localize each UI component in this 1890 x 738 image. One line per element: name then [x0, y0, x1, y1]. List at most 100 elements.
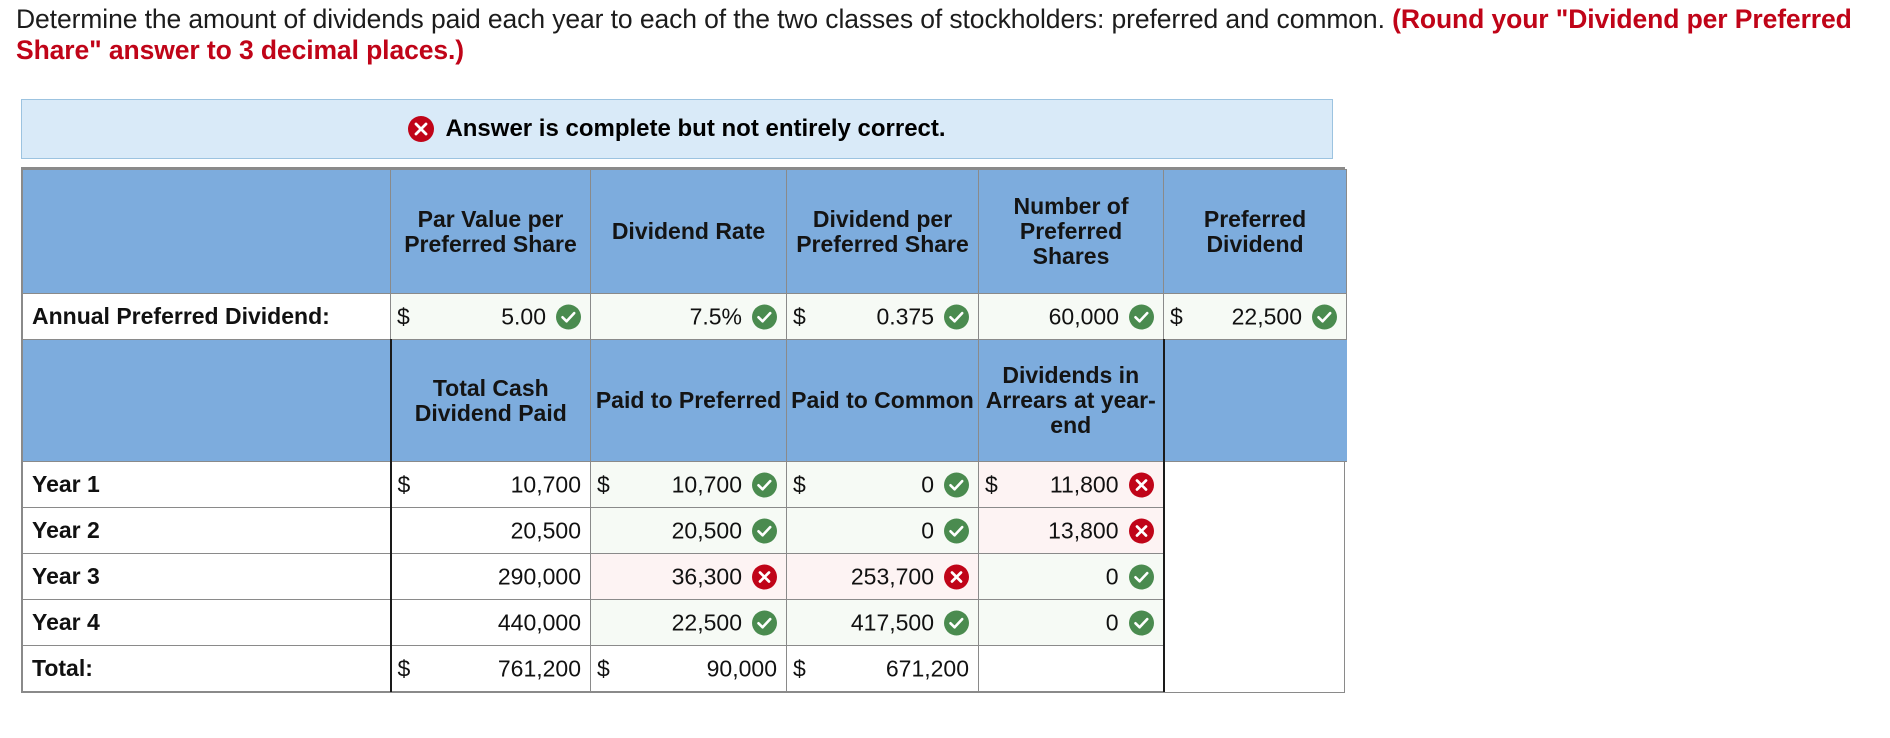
currency-symbol: $ [985, 471, 998, 497]
correct-check-icon [752, 518, 777, 543]
correct-check-icon [752, 472, 777, 497]
cell-total-cash-dividend-paid-y4[interactable]: 440,000 [389, 599, 591, 646]
dividends-table: Par Value per Preferred Share Dividend R… [22, 169, 1347, 692]
cell-value: 290,000 [497, 563, 581, 589]
cell-number-of-preferred-shares[interactable]: 60,000 [978, 293, 1164, 340]
correct-check-icon [944, 610, 969, 635]
cell-value: 0 [1105, 563, 1119, 589]
dividends-table-wrapper: Par Value per Preferred Share Dividend R… [21, 167, 1347, 693]
cell-par-value-per-preferred-share[interactable]: $ 5.00 [390, 293, 591, 340]
cell-value: 20,500 [671, 517, 742, 543]
cell-empty-y4 [1163, 599, 1347, 646]
cell-value: 90,000 [706, 655, 777, 681]
cell-paid-to-preferred-y1[interactable]: $ 10,700 [590, 461, 787, 508]
cell-value: 7.5% [689, 303, 742, 329]
cell-paid-to-common-y2[interactable]: 0 [786, 507, 979, 554]
currency-symbol: $ [597, 471, 610, 497]
cell-value: 22,500 [1231, 303, 1302, 329]
error-x-icon [408, 116, 435, 142]
cell-value: 13,800 [1048, 517, 1119, 543]
cell-dividends-in-arrears-y1[interactable]: $ 11,800 [978, 461, 1165, 508]
cell-value: 60,000 [1048, 303, 1119, 329]
header-cell-paid-to-preferred: Paid to Preferred [590, 339, 787, 462]
correct-check-icon [752, 304, 777, 329]
cell-value: 36,300 [671, 563, 742, 589]
row-label-year-4: Year 4 [22, 599, 391, 646]
correct-check-icon [1128, 564, 1154, 589]
cell-value: 440,000 [497, 609, 581, 635]
cell-value: 671,200 [885, 655, 969, 681]
correct-check-icon [944, 518, 969, 543]
row-label-annual-preferred-dividend: Annual Preferred Dividend: [22, 293, 391, 340]
header-cell-blank-1 [22, 169, 391, 294]
incorrect-x-icon [944, 564, 969, 589]
cell-empty-total [1163, 645, 1347, 692]
page-root: Determine the amount of dividends paid e… [0, 0, 1890, 738]
header-cell-number-of-shares: Number of Preferred Shares [978, 169, 1164, 294]
cell-preferred-dividend[interactable]: $ 22,500 [1163, 293, 1347, 340]
table-row: Year 4 440,000 22,500 417,500 0 [22, 599, 1347, 646]
currency-symbol: $ [597, 655, 610, 681]
header-cell-blank-2 [22, 339, 391, 462]
cell-value: 11,800 [1049, 471, 1119, 497]
cell-paid-to-common-y1[interactable]: $ 0 [786, 461, 979, 508]
cell-value: 10,700 [510, 471, 581, 497]
cell-value: 417,500 [850, 609, 934, 635]
cell-paid-to-preferred-total: $ 90,000 [590, 645, 787, 692]
cell-empty-y2 [1163, 507, 1347, 554]
cell-value: 761,200 [497, 655, 581, 681]
header-cell-dividend-rate: Dividend Rate [590, 169, 787, 294]
cell-value: 5.00 [501, 303, 546, 329]
cell-value: 253,700 [850, 563, 934, 589]
answer-status-inner: Answer is complete but not entirely corr… [408, 115, 946, 143]
header-cell-preferred-dividend: Preferred Dividend [1163, 169, 1347, 294]
header-cell-dividend-per-share: Dividend per Preferred Share [786, 169, 979, 294]
correct-check-icon [944, 472, 969, 497]
cell-paid-to-common-y3[interactable]: 253,700 [786, 553, 979, 600]
correct-check-icon [1129, 304, 1154, 329]
cell-value: 22,500 [671, 609, 742, 635]
row-label-year-3: Year 3 [22, 553, 391, 600]
cell-total-cash-dividend-paid-y3[interactable]: 290,000 [389, 553, 591, 600]
currency-symbol: $ [397, 303, 410, 329]
currency-symbol: $ [1170, 303, 1183, 329]
cell-paid-to-preferred-y4[interactable]: 22,500 [590, 599, 787, 646]
cell-value: 10,700 [671, 471, 742, 497]
cell-total-cash-dividend-paid-y2[interactable]: 20,500 [389, 507, 591, 554]
correct-check-icon [1312, 304, 1337, 329]
incorrect-x-icon [752, 564, 777, 589]
cell-dividend-per-preferred-share[interactable]: $ 0.375 [786, 293, 979, 340]
cell-dividend-rate[interactable]: 7.5% [590, 293, 787, 340]
annual-preferred-dividend-row: Annual Preferred Dividend: $ 5.00 7.5% $… [22, 293, 1347, 340]
header-cell-blank-3 [1163, 339, 1347, 462]
header-cell-par-value: Par Value per Preferred Share [390, 169, 591, 294]
header-cell-dividends-in-arrears: Dividends in Arrears at year-end [978, 339, 1165, 462]
cell-total-cash-dividend-paid-total: $ 761,200 [389, 645, 591, 692]
cell-paid-to-common-total: $ 671,200 [786, 645, 979, 692]
cell-value: 0 [921, 517, 934, 543]
table-row: Year 3 290,000 36,300 253,700 0 [22, 553, 1347, 600]
cell-dividends-in-arrears-y2[interactable]: 13,800 [978, 507, 1165, 554]
cell-dividends-in-arrears-y4[interactable]: 0 [978, 599, 1165, 646]
incorrect-x-icon [1128, 472, 1154, 497]
answer-status-banner: Answer is complete but not entirely corr… [21, 99, 1333, 159]
correct-check-icon [944, 304, 969, 329]
currency-symbol: $ [793, 303, 806, 329]
cell-dividends-in-arrears-y3[interactable]: 0 [978, 553, 1165, 600]
currency-symbol: $ [397, 655, 411, 681]
cell-paid-to-common-y4[interactable]: 417,500 [786, 599, 979, 646]
table-header-row-1: Par Value per Preferred Share Dividend R… [22, 169, 1347, 294]
cell-paid-to-preferred-y3[interactable]: 36,300 [590, 553, 787, 600]
question-prompt: Determine the amount of dividends paid e… [16, 4, 1876, 66]
currency-symbol: $ [793, 471, 806, 497]
answer-status-message: Answer is complete but not entirely corr… [445, 115, 946, 142]
cell-dividends-in-arrears-total [978, 645, 1165, 692]
cell-empty-y3 [1163, 553, 1347, 600]
cell-value: 0 [1105, 609, 1119, 635]
table-total-row: Total: $ 761,200 $ 90,000 $ 671,200 [22, 645, 1347, 692]
cell-paid-to-preferred-y2[interactable]: 20,500 [590, 507, 787, 554]
row-label-year-1: Year 1 [22, 461, 391, 508]
header-cell-paid-to-common: Paid to Common [786, 339, 979, 462]
incorrect-x-icon [1128, 518, 1154, 543]
cell-total-cash-dividend-paid-y1[interactable]: $ 10,700 [389, 461, 591, 508]
